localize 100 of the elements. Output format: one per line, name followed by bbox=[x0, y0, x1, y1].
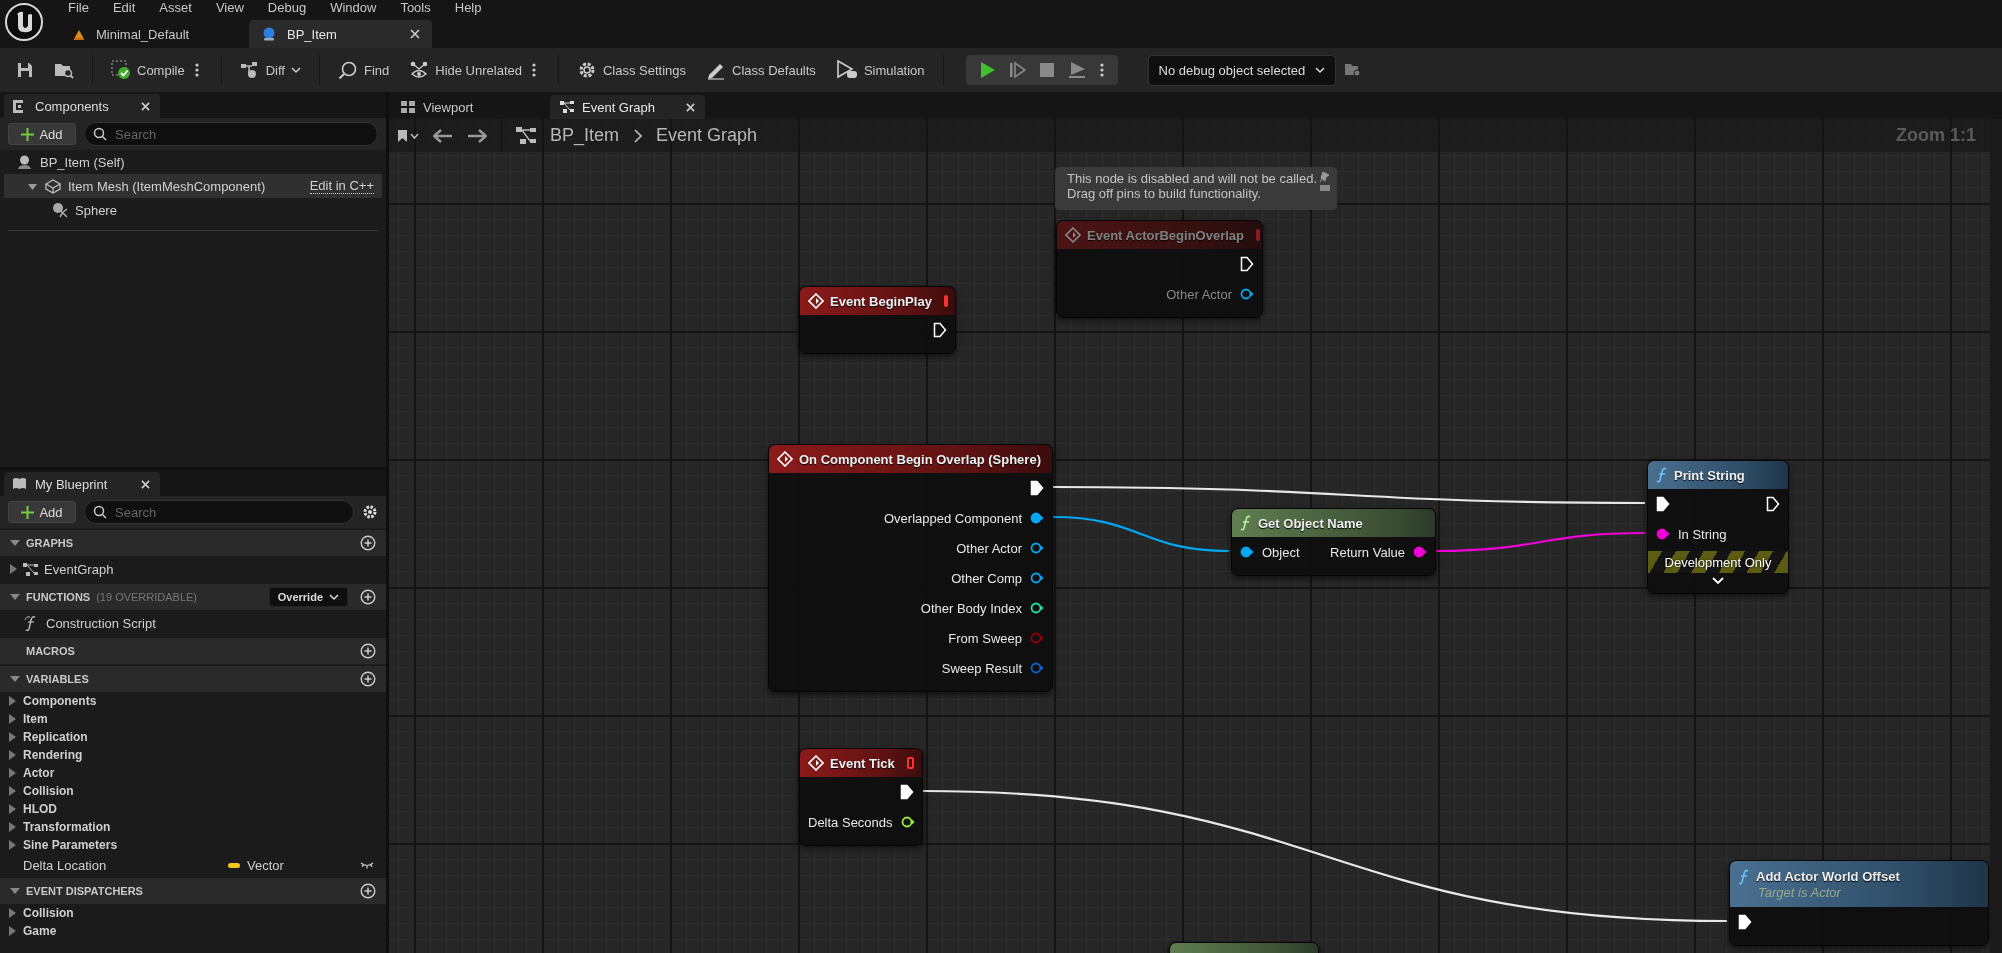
tree-item[interactable]: BP_Item (Self) bbox=[4, 150, 382, 174]
add-circle-icon[interactable] bbox=[360, 589, 376, 605]
search-field[interactable]: Search bbox=[84, 122, 378, 146]
simulation-button[interactable]: Simulation bbox=[829, 56, 931, 84]
data-pin[interactable] bbox=[1240, 544, 1254, 560]
menu-item[interactable]: Edit bbox=[100, 0, 148, 16]
more-options-icon[interactable] bbox=[1099, 62, 1104, 78]
menu-item[interactable]: Debug bbox=[255, 0, 319, 16]
variable-item[interactable]: Delta Location Vector bbox=[0, 854, 386, 876]
tree-item[interactable]: Item Mesh (ItemMeshComponent) Edit in C++ bbox=[4, 174, 382, 198]
breadcrumb-item[interactable]: BP_Item bbox=[550, 125, 620, 146]
add-button[interactable]: Add bbox=[8, 123, 76, 145]
tree-item[interactable]: Sphere bbox=[4, 198, 382, 222]
graph-item[interactable]: EventGraph bbox=[0, 556, 386, 582]
delegate-pin[interactable] bbox=[906, 757, 914, 769]
menu-item[interactable]: File bbox=[60, 0, 101, 16]
close-icon[interactable] bbox=[141, 101, 150, 111]
graph-node[interactable]: Add Actor World Offset Target is Actor bbox=[1729, 860, 1989, 946]
expand-arrow-icon[interactable] bbox=[28, 181, 37, 191]
exec-pin[interactable] bbox=[1766, 496, 1780, 512]
back-arrow-icon[interactable] bbox=[433, 128, 453, 143]
menu-item[interactable]: Tools bbox=[388, 0, 443, 16]
edit-in-cpp-link[interactable]: Edit in C++ bbox=[309, 178, 374, 194]
settings-icon[interactable] bbox=[362, 504, 378, 520]
close-icon[interactable] bbox=[410, 29, 420, 39]
editor-tab[interactable]: Event Graph bbox=[550, 95, 705, 119]
pin-label: Return Value bbox=[1330, 544, 1405, 560]
wire[interactable] bbox=[1052, 515, 1230, 553]
section-header[interactable]: VARIABLES bbox=[0, 666, 386, 692]
menu-item[interactable]: Asset bbox=[147, 0, 204, 16]
data-pin[interactable] bbox=[1030, 600, 1044, 616]
section-header[interactable]: GRAPHS bbox=[0, 530, 386, 556]
graph-node[interactable]: Get Object Name Object Return Value bbox=[1231, 508, 1436, 576]
panel-tab[interactable]: Components bbox=[4, 94, 160, 118]
menu-item[interactable]: View bbox=[203, 0, 256, 16]
category-item[interactable]: Rendering bbox=[0, 746, 386, 764]
scroll-bar[interactable] bbox=[1990, 119, 2002, 953]
data-pin[interactable] bbox=[1030, 510, 1044, 526]
find-button[interactable]: Find bbox=[331, 56, 396, 84]
category-item[interactable]: Collision bbox=[0, 904, 386, 922]
category-item[interactable]: Collision bbox=[0, 782, 386, 800]
expand-arrow-icon bbox=[10, 539, 20, 547]
add-circle-icon[interactable] bbox=[360, 883, 376, 899]
exec-pin[interactable] bbox=[1738, 914, 1752, 930]
add-button[interactable]: Add bbox=[8, 501, 76, 523]
category-item[interactable]: Replication bbox=[0, 728, 386, 746]
close-icon[interactable] bbox=[686, 102, 695, 112]
forward-arrow-icon[interactable] bbox=[467, 128, 487, 143]
menu-item[interactable]: Help bbox=[442, 0, 494, 16]
category-item[interactable]: HLOD bbox=[0, 800, 386, 818]
category-item[interactable]: Actor bbox=[0, 764, 386, 782]
override-dropdown[interactable]: Override bbox=[268, 587, 348, 607]
pin-icon[interactable] bbox=[1319, 171, 1331, 193]
data-pin[interactable] bbox=[1030, 540, 1044, 556]
category-item[interactable]: Sine Parameters bbox=[0, 836, 386, 854]
category-item[interactable]: Components bbox=[0, 692, 386, 710]
category-item[interactable]: Game bbox=[0, 922, 386, 940]
section-header[interactable]: FUNCTIONS (19 OVERRIDABLE) Override bbox=[0, 584, 386, 610]
breadcrumb-item[interactable]: Event Graph bbox=[656, 125, 758, 146]
close-icon[interactable] bbox=[141, 479, 150, 489]
exec-pin[interactable] bbox=[900, 784, 914, 800]
expand-chevron-icon[interactable] bbox=[1712, 577, 1724, 585]
expand-arrow-icon bbox=[10, 593, 20, 601]
mesh-cube-icon bbox=[44, 178, 61, 194]
exec-pin[interactable] bbox=[933, 322, 947, 338]
bookmark-dropdown[interactable] bbox=[397, 128, 419, 143]
graph-node[interactable]: Print String In String Development Only bbox=[1647, 460, 1789, 594]
data-pin[interactable] bbox=[900, 814, 915, 830]
debug-filter-icon[interactable] bbox=[1344, 61, 1363, 79]
add-circle-icon[interactable] bbox=[360, 535, 376, 551]
add-circle-icon[interactable] bbox=[360, 643, 376, 659]
section-header[interactable]: EVENT DISPATCHERS bbox=[0, 878, 386, 904]
save-icon bbox=[16, 61, 34, 79]
category-item[interactable]: Transformation bbox=[0, 818, 386, 836]
menu-item[interactable]: Window bbox=[318, 0, 389, 16]
data-pin[interactable] bbox=[1030, 570, 1044, 586]
panel-tab[interactable]: My Blueprint bbox=[4, 472, 160, 496]
graph-node[interactable]: Event Tick Delta Seconds bbox=[799, 748, 923, 846]
graph-node[interactable]: On Component Begin Overlap (Sphere) Overlapped Component Other Actor Other Comp Other Body Index From Sweep Sweep Result bbox=[768, 444, 1053, 692]
compile-button[interactable]: Compile bbox=[105, 56, 209, 84]
document-tab[interactable]: Minimal_Default bbox=[60, 20, 243, 48]
exec-pin[interactable] bbox=[1030, 480, 1044, 496]
node-header: On Component Begin Overlap (Sphere) bbox=[769, 445, 1052, 473]
closed-eye-icon[interactable] bbox=[360, 861, 374, 869]
debug-object-dropdown[interactable]: No debug object selected bbox=[1147, 54, 1337, 86]
graph-node[interactable]: Event BeginPlay bbox=[799, 286, 956, 354]
function-item[interactable]: Construction Script bbox=[0, 610, 386, 636]
exec-pin[interactable] bbox=[1656, 496, 1670, 512]
section-header[interactable]: MACROS bbox=[0, 638, 386, 664]
diff-button[interactable]: Diff bbox=[233, 57, 307, 83]
add-circle-icon[interactable] bbox=[360, 671, 376, 687]
hide-button[interactable]: Hide Unrelated bbox=[403, 57, 546, 83]
class-settings-button[interactable]: Class Settings bbox=[570, 56, 693, 84]
search-field[interactable]: Search bbox=[84, 500, 354, 524]
delegate-pin[interactable] bbox=[943, 295, 948, 307]
class-defaults-button[interactable]: Class Defaults bbox=[700, 56, 822, 84]
category-item[interactable]: Item bbox=[0, 710, 386, 728]
editor-tab[interactable]: Viewport bbox=[391, 95, 546, 119]
engine-logo-icon[interactable] bbox=[4, 2, 44, 42]
document-tab[interactable]: BP_Item bbox=[249, 20, 432, 48]
